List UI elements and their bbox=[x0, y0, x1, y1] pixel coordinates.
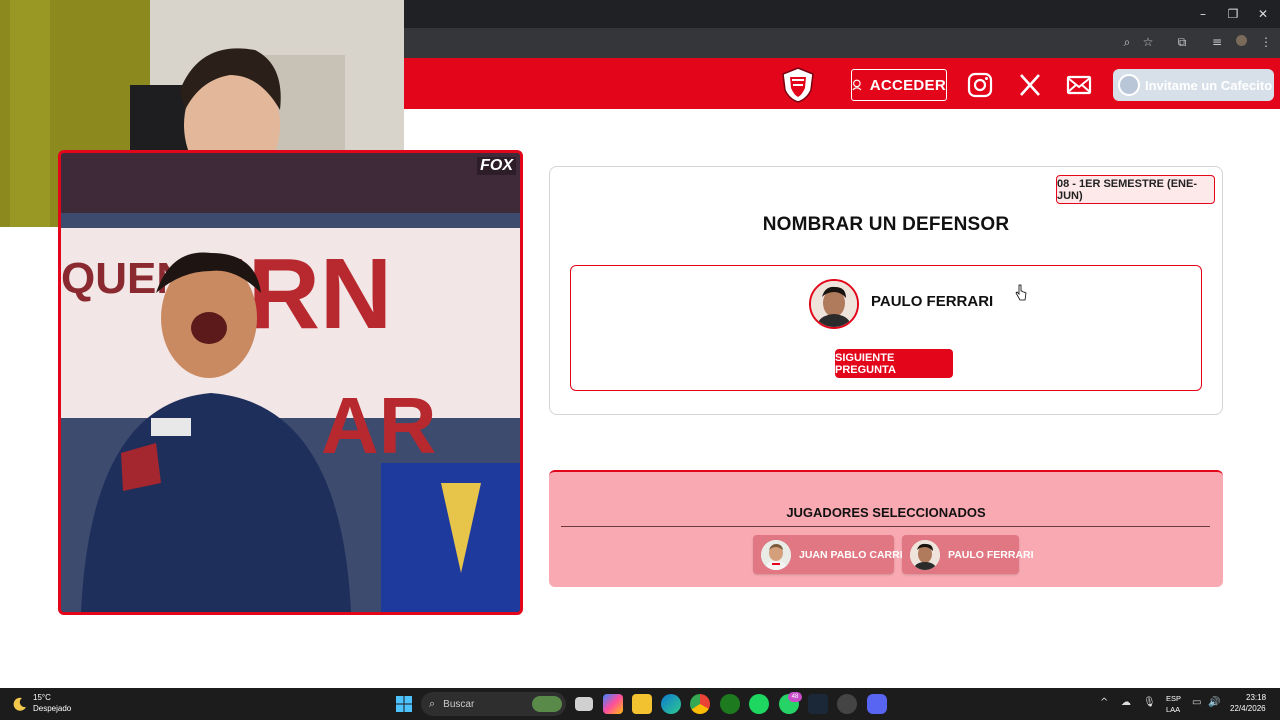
cafecito-button[interactable]: Invitame un Cafecito bbox=[1113, 69, 1274, 101]
maximize-button[interactable]: ❐ bbox=[1218, 4, 1248, 24]
copilot-icon[interactable] bbox=[603, 694, 623, 714]
user-icon bbox=[852, 79, 862, 91]
tray-app-icon[interactable]: ☁ bbox=[1121, 697, 1131, 708]
task-view-icon[interactable] bbox=[575, 697, 593, 711]
edge-icon[interactable] bbox=[661, 694, 681, 714]
tray-chevron-icon[interactable]: ^ bbox=[1100, 697, 1108, 708]
star-icon[interactable]: ☆ bbox=[1139, 33, 1157, 51]
notification-badge: 48 bbox=[788, 692, 802, 702]
question-title: NOMBRAR UN DEFENSOR bbox=[762, 214, 1010, 235]
search-icon: ⌕ bbox=[429, 697, 436, 710]
selected-players-title: JUGADORES SELECCIONADOS bbox=[786, 505, 986, 520]
minimize-button[interactable]: – bbox=[1188, 4, 1218, 24]
player-avatar bbox=[761, 539, 791, 570]
network-icon[interactable]: ▭ bbox=[1192, 697, 1201, 708]
menu-icon[interactable]: ⋮ bbox=[1257, 33, 1275, 51]
zoom-icon[interactable]: ⌕ bbox=[1118, 33, 1136, 51]
obs-icon[interactable] bbox=[837, 694, 857, 714]
search-placeholder: Buscar bbox=[443, 698, 475, 710]
chrome-icon[interactable] bbox=[690, 694, 710, 714]
mail-icon[interactable] bbox=[1066, 72, 1092, 98]
player-avatar bbox=[910, 539, 940, 570]
profile-icon[interactable] bbox=[1232, 33, 1250, 51]
cafecito-label: Invitame un Cafecito bbox=[1145, 77, 1273, 93]
player-chip-label: PAULO FERRARI bbox=[948, 548, 1034, 561]
answer-player-name: PAULO FERRARI bbox=[871, 293, 994, 310]
moon-icon[interactable] bbox=[12, 696, 28, 712]
input-layout[interactable]: LAA bbox=[1166, 705, 1180, 714]
xbox-icon[interactable] bbox=[720, 694, 740, 714]
hand-cursor-icon bbox=[1015, 284, 1027, 301]
divider bbox=[561, 526, 1210, 527]
volume-icon[interactable]: 🔊 bbox=[1208, 697, 1220, 708]
video-overlay: ERN QUEN AR FOX bbox=[58, 150, 523, 615]
file-explorer-icon[interactable] bbox=[632, 694, 652, 714]
spotify-icon[interactable] bbox=[749, 694, 769, 714]
taskbar-search[interactable]: ⌕ Buscar bbox=[421, 692, 566, 716]
player-chip[interactable]: PAULO FERRARI bbox=[902, 535, 1034, 574]
clock-time[interactable]: 23:18 bbox=[1246, 693, 1266, 702]
cafecito-icon bbox=[1118, 74, 1140, 96]
weather-description: Despejado bbox=[33, 704, 72, 713]
input-language[interactable]: ESP bbox=[1166, 694, 1181, 703]
instagram-icon[interactable] bbox=[967, 72, 993, 98]
login-label: ACCEDER bbox=[869, 76, 946, 94]
search-highlight-image bbox=[532, 696, 562, 712]
login-button[interactable]: ACCEDER bbox=[851, 69, 947, 101]
club-crest-icon[interactable] bbox=[780, 66, 816, 104]
next-question-button[interactable]: SIGUIENTE PREGUNTA bbox=[835, 349, 953, 378]
discord-icon[interactable] bbox=[867, 694, 887, 714]
svg-text:AR: AR bbox=[321, 381, 437, 470]
extensions-icon[interactable]: ⧉ bbox=[1173, 33, 1191, 51]
close-window-button[interactable]: ✕ bbox=[1248, 4, 1278, 24]
player-chip-label: JUAN PABLO CARRIZO bbox=[799, 548, 918, 561]
x-twitter-icon[interactable] bbox=[1017, 72, 1043, 98]
microphone-icon[interactable]: 🎙 bbox=[1143, 697, 1156, 708]
media-icon[interactable]: ≡ bbox=[1208, 33, 1226, 51]
player-chip[interactable]: JUAN PABLO CARRIZO bbox=[753, 535, 917, 574]
weather-temperature: 15°C bbox=[33, 693, 51, 702]
fox-logo: FOX bbox=[477, 157, 516, 175]
player-avatar bbox=[809, 279, 859, 329]
windows-start-icon[interactable] bbox=[396, 696, 412, 712]
semester-badge: 08 - 1ER SEMESTRE (ENE-JUN) bbox=[1056, 175, 1215, 204]
steam-icon[interactable] bbox=[808, 694, 828, 714]
clock-date[interactable]: 22/4/2026 bbox=[1230, 704, 1266, 713]
